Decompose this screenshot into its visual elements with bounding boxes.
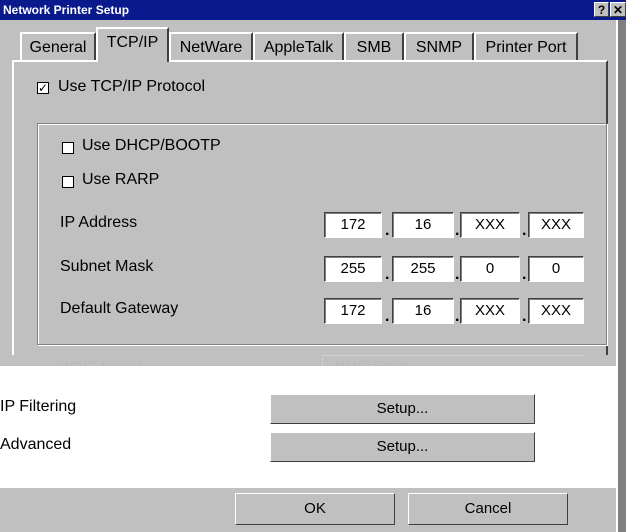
ip-separator: . (385, 266, 390, 283)
window-title: Network Printer Setup (3, 3, 130, 17)
title-bar: Network Printer Setup ? ✕ (0, 0, 626, 20)
ip-address-octet-4[interactable]: XXX (528, 212, 584, 238)
ip-separator: . (385, 308, 390, 325)
ip-address-octet-2[interactable]: 16 (392, 212, 454, 238)
use-tcpip-checkbox[interactable]: ✓ (37, 82, 49, 94)
help-button[interactable]: ? (594, 2, 609, 17)
tab-tcpip[interactable]: TCP/IP (96, 27, 169, 62)
window-edge-shadow (618, 20, 626, 532)
use-dhcp-checkbox[interactable] (62, 142, 74, 154)
ip-separator: . (522, 222, 527, 239)
ip-address-octet-3[interactable]: XXX (460, 212, 520, 238)
use-rarp-label: Use RARP (82, 171, 160, 188)
ip-separator: . (455, 308, 460, 325)
tab-printer-port[interactable]: Printer Port (474, 32, 578, 60)
ip-separator: . (385, 222, 390, 239)
use-tcpip-label: Use TCP/IP Protocol (58, 78, 206, 95)
gateway-octet-1[interactable]: 172 (324, 298, 382, 324)
subnet-mask-octet-3[interactable]: 0 (460, 256, 520, 282)
tab-general[interactable]: General (20, 32, 96, 60)
subnet-mask-octet-4[interactable]: 0 (528, 256, 584, 282)
lower-area (0, 366, 626, 488)
tab-netware[interactable]: NetWare (169, 32, 253, 60)
gateway-octet-2[interactable]: 16 (392, 298, 454, 324)
tab-appletalk[interactable]: AppleTalk (253, 32, 344, 60)
advanced-setup-button[interactable]: Setup... (270, 432, 535, 462)
ip-address-octet-1[interactable]: 172 (324, 212, 382, 238)
ip-separator: . (455, 266, 460, 283)
ip-separator: . (522, 308, 527, 325)
gateway-octet-3[interactable]: XXX (460, 298, 520, 324)
gateway-octet-4[interactable]: XXX (528, 298, 584, 324)
subnet-mask-label: Subnet Mask (60, 258, 154, 275)
ip-separator: . (455, 222, 460, 239)
ip-separator: . (522, 266, 527, 283)
ok-button[interactable]: OK (235, 493, 395, 525)
advanced-label: Advanced (0, 436, 72, 453)
ip-address-label: IP Address (60, 214, 138, 231)
tab-snmp[interactable]: SNMP (404, 32, 474, 60)
ip-filtering-setup-button[interactable]: Setup... (270, 394, 535, 424)
ip-filtering-label: IP Filtering (0, 398, 77, 415)
cancel-button[interactable]: Cancel (408, 493, 568, 525)
subnet-mask-octet-2[interactable]: 255 (392, 256, 454, 282)
default-gateway-label: Default Gateway (60, 300, 179, 317)
tab-smb[interactable]: SMB (344, 32, 404, 60)
use-rarp-checkbox[interactable] (62, 176, 74, 188)
close-button[interactable]: ✕ (610, 2, 626, 17)
use-dhcp-label: Use DHCP/BOOTP (82, 137, 221, 154)
subnet-mask-octet-1[interactable]: 255 (324, 256, 382, 282)
